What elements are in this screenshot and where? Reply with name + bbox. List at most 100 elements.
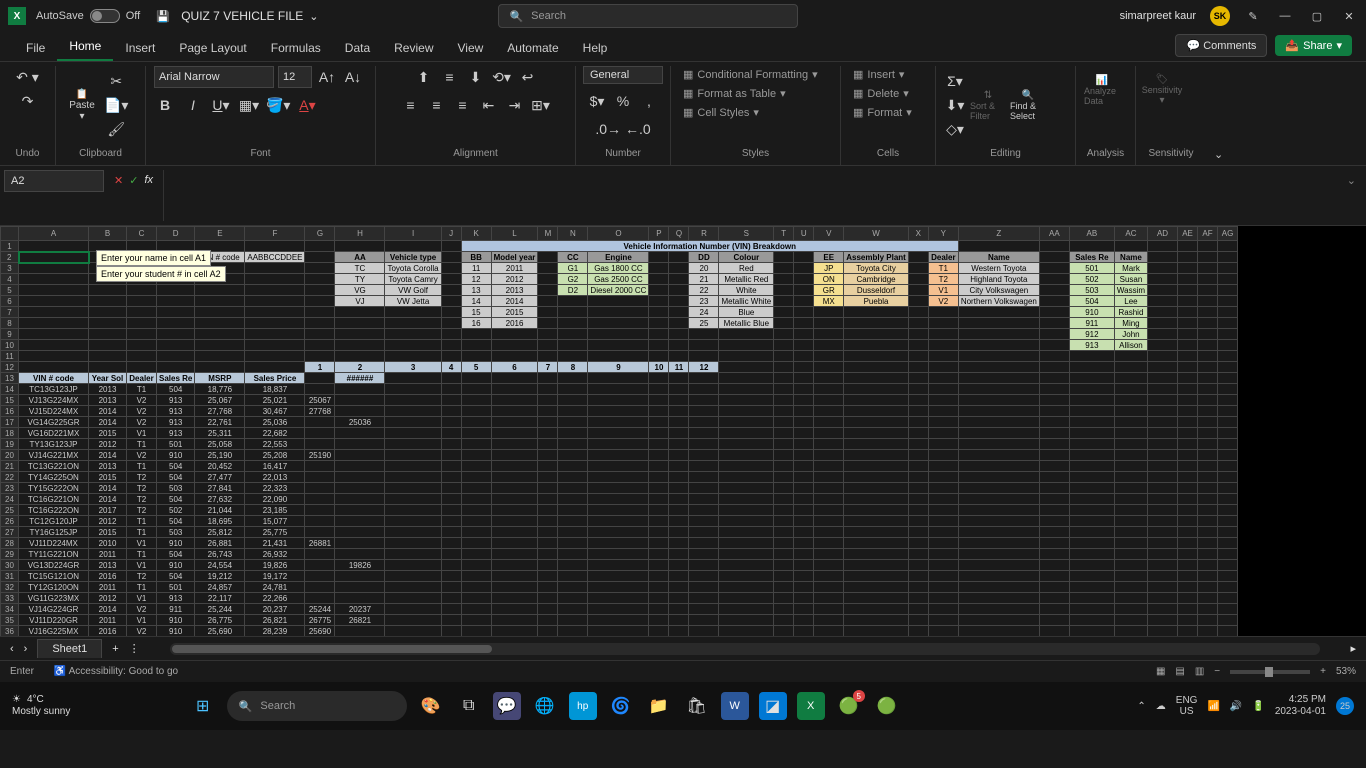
col-header-AG[interactable]: AG: [1218, 227, 1238, 241]
cell-F32[interactable]: 24,781: [245, 582, 305, 593]
app-icon-1[interactable]: 🌐: [531, 692, 559, 720]
decrease-font-icon[interactable]: A↓: [342, 66, 364, 88]
language-indicator[interactable]: ENG US: [1176, 695, 1198, 717]
cell-C25[interactable]: T2: [127, 505, 157, 516]
merge-icon[interactable]: ⊞▾: [530, 94, 552, 116]
cell-A7[interactable]: [19, 307, 89, 318]
cell-S17[interactable]: [719, 417, 774, 428]
cell-T13[interactable]: [774, 373, 794, 384]
cell-T3[interactable]: [774, 263, 794, 274]
cell-V24[interactable]: [814, 494, 844, 505]
increase-font-icon[interactable]: A↑: [316, 66, 338, 88]
cell-Z11[interactable]: [958, 351, 1039, 362]
col-header-AE[interactable]: AE: [1178, 227, 1198, 241]
cell-V36[interactable]: [814, 626, 844, 637]
cell-W10[interactable]: [844, 340, 909, 351]
cell-AC6[interactable]: Lee: [1114, 296, 1147, 307]
cell-AC11[interactable]: [1114, 351, 1147, 362]
cell-AF19[interactable]: [1198, 439, 1218, 450]
row-header-2[interactable]: 2: [1, 252, 19, 263]
cell-U32[interactable]: [794, 582, 814, 593]
cell-Y24[interactable]: [928, 494, 958, 505]
cell-X28[interactable]: [908, 538, 928, 549]
cell-N11[interactable]: [558, 351, 588, 362]
next-sheet-icon[interactable]: ›: [24, 643, 28, 655]
cell-AA7[interactable]: [1039, 307, 1069, 318]
cell-K34[interactable]: [461, 604, 491, 615]
cell-L31[interactable]: [491, 571, 538, 582]
cell-E5[interactable]: [195, 285, 245, 296]
col-header-AA[interactable]: AA: [1039, 227, 1069, 241]
cell-K14[interactable]: [461, 384, 491, 395]
cell-E10[interactable]: [195, 340, 245, 351]
cell-AD19[interactable]: [1148, 439, 1178, 450]
cell-AD17[interactable]: [1148, 417, 1178, 428]
cell-E14[interactable]: 18,776: [195, 384, 245, 395]
cell-S14[interactable]: [719, 384, 774, 395]
row-header-28[interactable]: 28: [1, 538, 19, 549]
row-header-18[interactable]: 18: [1, 428, 19, 439]
cell-F1[interactable]: [245, 241, 305, 252]
cell-AC31[interactable]: [1114, 571, 1147, 582]
cell-P32[interactable]: [649, 582, 669, 593]
cell-Z23[interactable]: [958, 483, 1039, 494]
row-header-4[interactable]: 4: [1, 274, 19, 285]
cell-Z6[interactable]: Northern Volkswagen: [958, 296, 1039, 307]
cell-Z1[interactable]: [958, 241, 1039, 252]
cell-Z35[interactable]: [958, 615, 1039, 626]
clock[interactable]: 4:25 PM 2023-04-01: [1275, 694, 1326, 718]
cell-K3[interactable]: 11: [461, 263, 491, 274]
cell-AD4[interactable]: [1148, 274, 1178, 285]
cell-D32[interactable]: 501: [157, 582, 195, 593]
cell-C9[interactable]: [127, 329, 157, 340]
cell-AE19[interactable]: [1178, 439, 1198, 450]
cell-AE36[interactable]: [1178, 626, 1198, 637]
row-header-1[interactable]: 1: [1, 241, 19, 252]
cell-C24[interactable]: T2: [127, 494, 157, 505]
cell-AE6[interactable]: [1178, 296, 1198, 307]
cell-Z9[interactable]: [958, 329, 1039, 340]
cell-AA12[interactable]: [1039, 362, 1069, 373]
cell-V4[interactable]: ON: [814, 274, 844, 285]
chrome-icon-1[interactable]: 🟢5: [835, 692, 863, 720]
cell-AE32[interactable]: [1178, 582, 1198, 593]
cell-AE13[interactable]: [1178, 373, 1198, 384]
cell-Z18[interactable]: [958, 428, 1039, 439]
cell-T20[interactable]: [774, 450, 794, 461]
cell-J23[interactable]: [441, 483, 461, 494]
decrease-indent-icon[interactable]: ⇤: [478, 94, 500, 116]
cell-C15[interactable]: V2: [127, 395, 157, 406]
orientation-icon[interactable]: ⟲▾: [491, 66, 513, 88]
cell-V34[interactable]: [814, 604, 844, 615]
cell-X34[interactable]: [908, 604, 928, 615]
cell-S34[interactable]: [719, 604, 774, 615]
row-header-24[interactable]: 24: [1, 494, 19, 505]
cell-R18[interactable]: [689, 428, 719, 439]
cell-L15[interactable]: [491, 395, 538, 406]
cell-AC1[interactable]: [1114, 241, 1147, 252]
format-as-table-button[interactable]: ▦ Format as Table▾: [679, 85, 790, 102]
cell-I27[interactable]: [385, 527, 441, 538]
cell-G16[interactable]: 27768: [305, 406, 335, 417]
collapse-ribbon-icon[interactable]: ⌄: [1206, 144, 1231, 165]
cell-B33[interactable]: 2012: [89, 593, 127, 604]
cell-D33[interactable]: 913: [157, 593, 195, 604]
cell-AE16[interactable]: [1178, 406, 1198, 417]
cell-D14[interactable]: 504: [157, 384, 195, 395]
cell-AC25[interactable]: [1114, 505, 1147, 516]
cell-M22[interactable]: [538, 472, 558, 483]
cell-S11[interactable]: [719, 351, 774, 362]
cell-V32[interactable]: [814, 582, 844, 593]
cell-B35[interactable]: 2011: [89, 615, 127, 626]
cell-K13[interactable]: [461, 373, 491, 384]
autosave-toggle[interactable]: AutoSave Off: [36, 9, 140, 23]
cut-icon[interactable]: ✂: [105, 70, 127, 92]
row-header-16[interactable]: 16: [1, 406, 19, 417]
cell-U11[interactable]: [794, 351, 814, 362]
cell-D7[interactable]: [157, 307, 195, 318]
cell-AD10[interactable]: [1148, 340, 1178, 351]
cell-C17[interactable]: V2: [127, 417, 157, 428]
cell-AA4[interactable]: [1039, 274, 1069, 285]
cell-J12[interactable]: 4: [441, 362, 461, 373]
cell-E36[interactable]: 25,690: [195, 626, 245, 637]
